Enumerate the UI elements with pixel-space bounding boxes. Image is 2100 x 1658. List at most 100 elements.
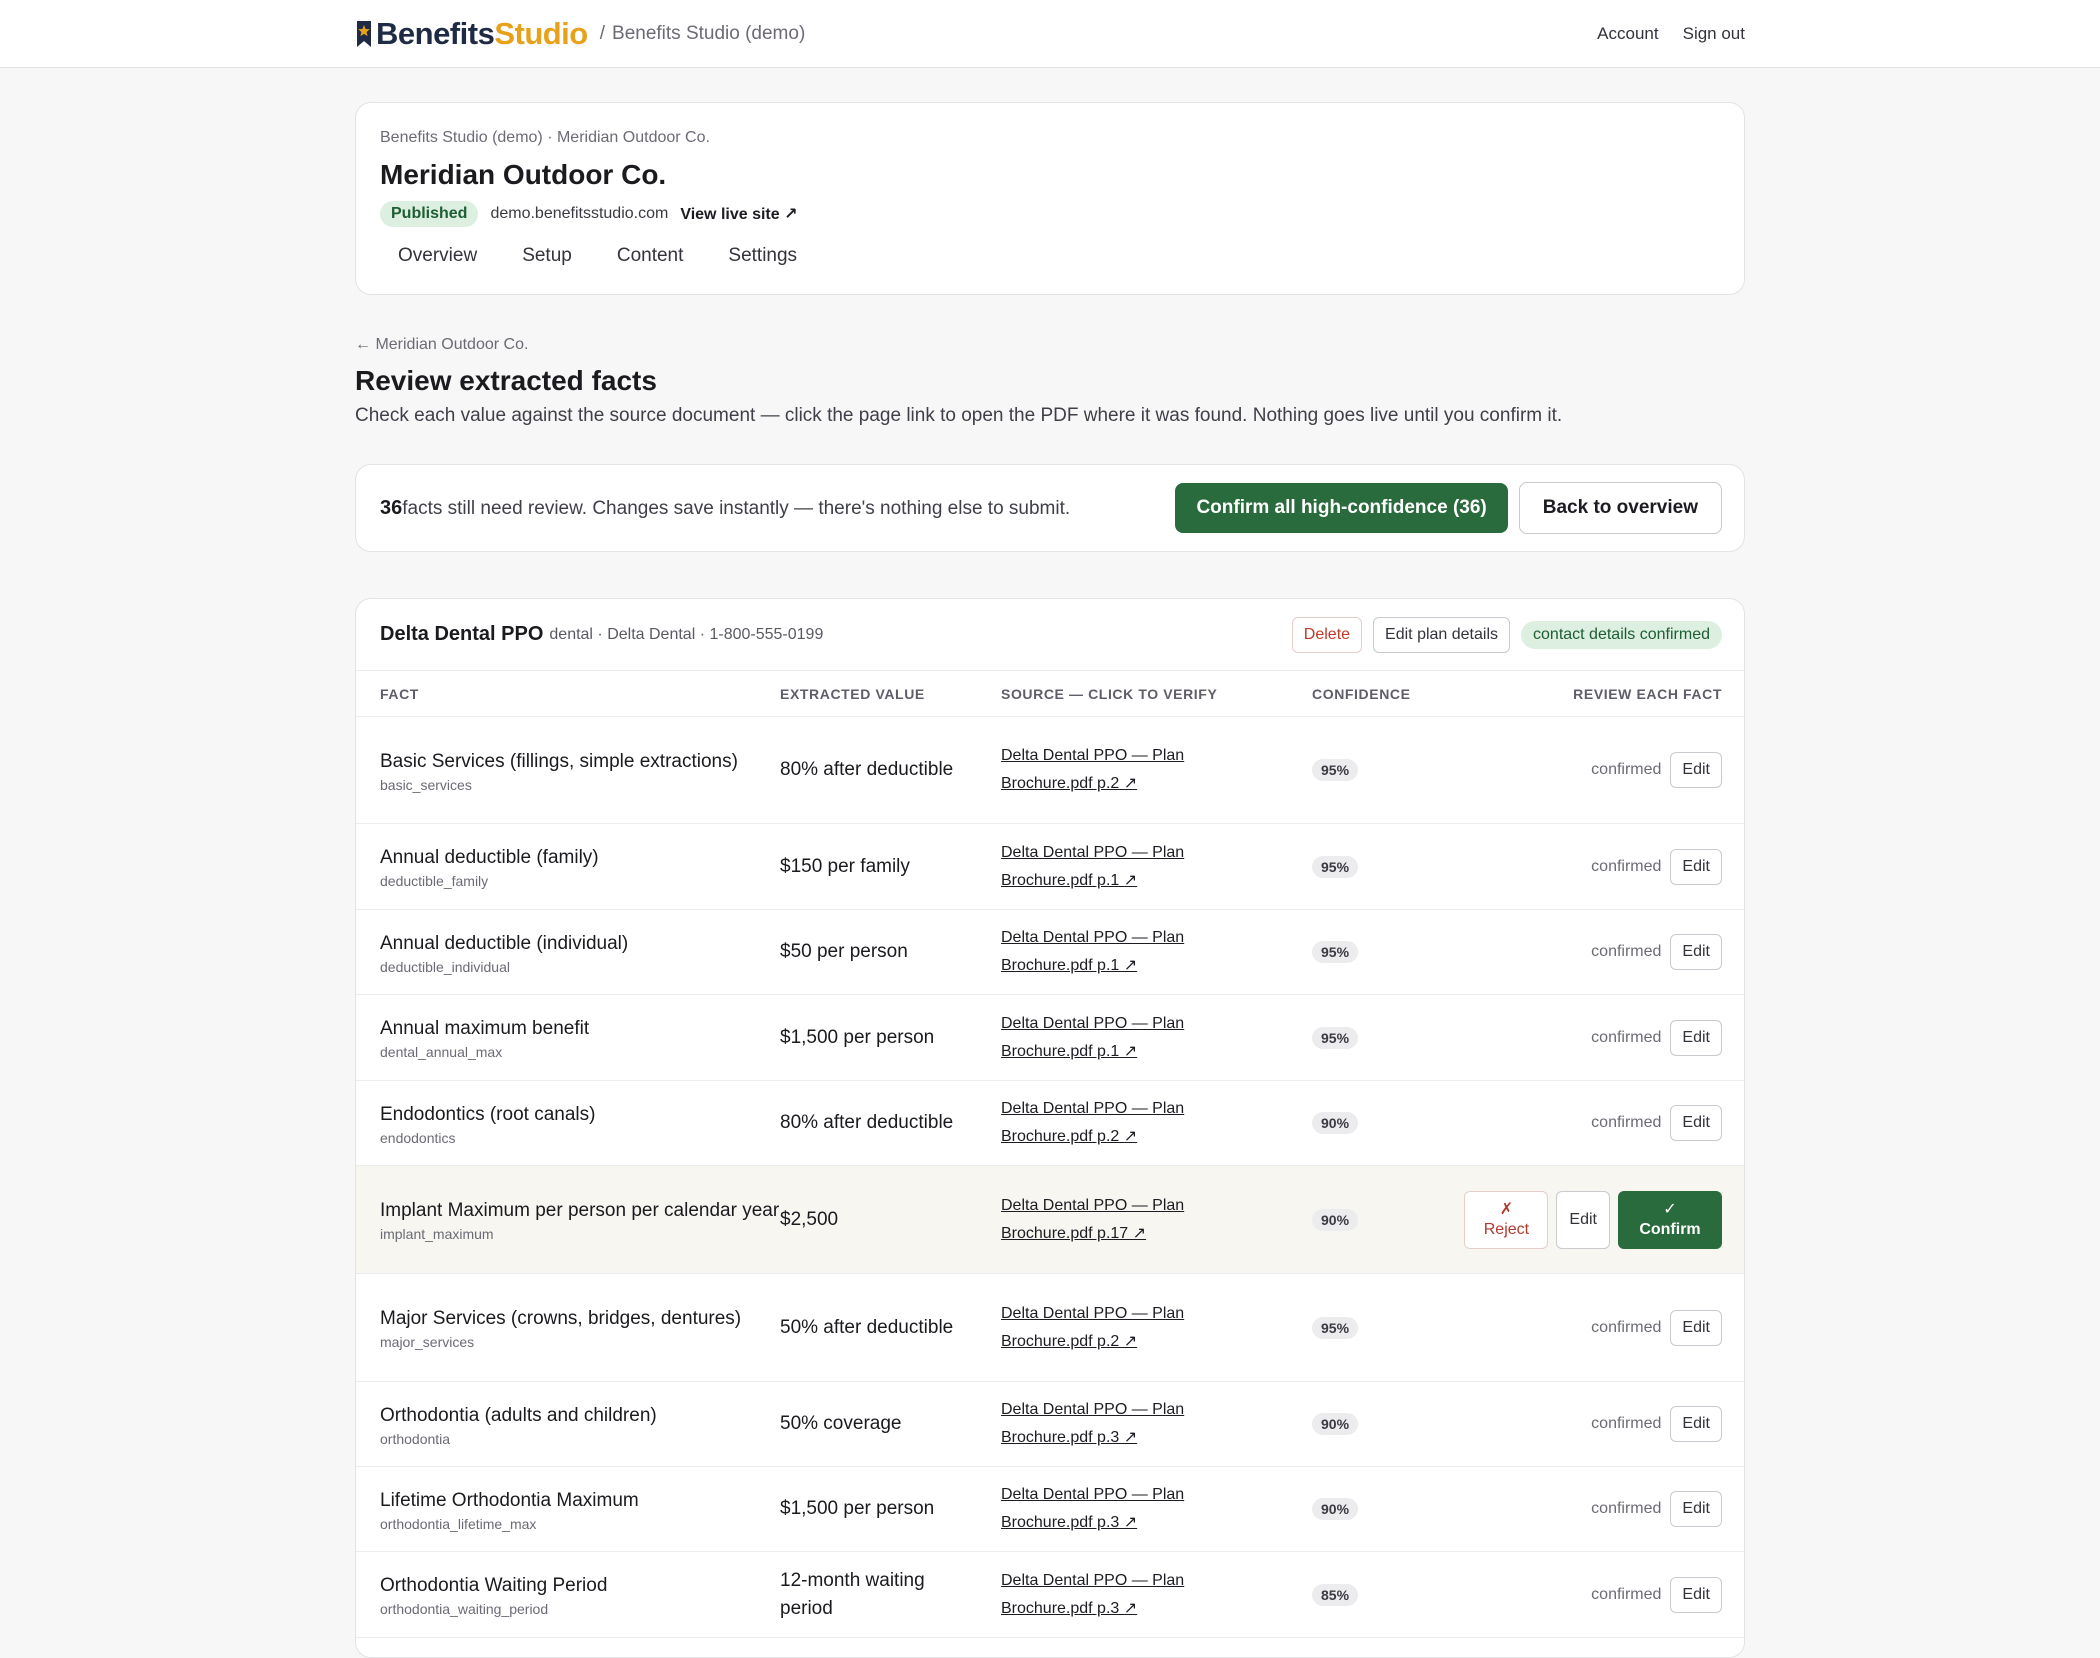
- org-title: Meridian Outdoor Co.: [380, 159, 667, 190]
- header-review: REVIEW EACH FACT: [1573, 685, 1722, 702]
- source-link[interactable]: Delta Dental PPO — Plan Brochure.pdf p.2 …: [1001, 747, 1184, 792]
- edit-fact-button[interactable]: Edit: [1670, 1491, 1722, 1527]
- confidence-badge: 90%: [1312, 1498, 1359, 1520]
- published-badge: Published: [380, 201, 479, 227]
- source-link[interactable]: Delta Dental PPO — Plan Brochure.pdf p.3 …: [1001, 1572, 1184, 1617]
- tab-overview[interactable]: Overview: [398, 245, 477, 267]
- fact-label: Annual deductible (individual): [380, 932, 629, 954]
- source-cell: Delta Dental PPO — Plan Brochure.pdf p.1 …: [1001, 839, 1312, 895]
- page-subtitle: Check each value against the source docu…: [355, 405, 1563, 426]
- table-row: Orthodontia (adults and children) orthodo…: [356, 1382, 1744, 1467]
- confirm-all-high-confidence-button[interactable]: Confirm all high-confidence (36): [1175, 483, 1508, 533]
- back-to-overview-button[interactable]: Back to overview: [1518, 482, 1722, 534]
- edit-plan-details-button[interactable]: Edit plan details: [1373, 616, 1511, 653]
- header-value: EXTRACTED VALUE: [780, 685, 925, 702]
- top-bar: Benefits Studio / Benefits Studio (demo) A…: [0, 0, 2100, 68]
- edit-fact-button[interactable]: Edit: [1670, 752, 1722, 788]
- tab-setup[interactable]: Setup: [522, 245, 572, 267]
- edit-fact-button[interactable]: Edit: [1670, 1406, 1722, 1442]
- org-meta: Published demo.benefitsstudio.com View l…: [380, 201, 1720, 227]
- header-fact: FACT: [380, 685, 419, 702]
- table-row: Major Services (crowns, bridges, denture…: [356, 1274, 1744, 1382]
- table-row: Annual deductible (family) deductible_fam…: [356, 824, 1744, 910]
- fact-label: Orthodontia Waiting Period: [380, 1575, 608, 1596]
- edit-fact-button[interactable]: Edit: [1556, 1190, 1610, 1249]
- org-domain: demo.benefitsstudio.com: [490, 205, 669, 222]
- extracted-value: $150 per family: [780, 855, 910, 877]
- logo-text-studio: Studio: [494, 16, 588, 51]
- source-cell: Delta Dental PPO — Plan Brochure.pdf p.2 …: [1001, 1095, 1312, 1151]
- fact-label: Basic Services (fillings, simple extract…: [380, 750, 738, 772]
- plan-card: Delta Dental PPO dental · Delta Dental ·…: [355, 598, 1745, 1658]
- extracted-value: $2,500: [780, 1208, 839, 1230]
- confidence-badge: 90%: [1312, 1112, 1359, 1134]
- edit-fact-button[interactable]: Edit: [1670, 1019, 1722, 1056]
- page-header: ← Meridian Outdoor Co. Review extracted …: [355, 336, 1745, 427]
- edit-fact-button[interactable]: Edit: [1670, 1105, 1722, 1141]
- confidence-badge: 95%: [1312, 1316, 1359, 1339]
- breadcrumb-workspace[interactable]: Benefits Studio (demo): [612, 23, 805, 44]
- edit-fact-button[interactable]: Edit: [1670, 1309, 1722, 1346]
- fact-key: orthodontia: [380, 1430, 451, 1447]
- source-link[interactable]: Delta Dental PPO — Plan Brochure.pdf p.3 …: [1001, 1486, 1184, 1531]
- confidence-badge: 95%: [1312, 855, 1359, 878]
- source-link[interactable]: Delta Dental PPO — Plan Brochure.pdf p.3 …: [1001, 1401, 1184, 1446]
- back-to-org-link[interactable]: ← Meridian Outdoor Co.: [355, 336, 1745, 354]
- source-link[interactable]: Delta Dental PPO — Plan Brochure.pdf p.1 …: [1001, 844, 1184, 889]
- tab-content[interactable]: Content: [617, 245, 684, 267]
- fact-key: deductible_individual: [380, 958, 510, 975]
- edit-fact-button[interactable]: Edit: [1670, 1576, 1722, 1613]
- check-icon: ✓: [1663, 1200, 1677, 1218]
- top-breadcrumb: / Benefits Studio (demo): [600, 23, 806, 45]
- x-icon: ✗: [1499, 1200, 1514, 1218]
- source-cell: Delta Dental PPO — Plan Brochure.pdf p.3 …: [1001, 1396, 1312, 1452]
- source-link[interactable]: Delta Dental PPO — Plan Brochure.pdf p.1 …: [1001, 1015, 1184, 1060]
- confidence-badge: 90%: [1312, 1208, 1359, 1231]
- source-cell: Delta Dental PPO — Plan Brochure.pdf p.2 …: [1001, 1300, 1312, 1356]
- plan-header: Delta Dental PPO dental · Delta Dental ·…: [356, 599, 1744, 671]
- delete-plan-button[interactable]: Delete: [1291, 616, 1363, 653]
- source-link[interactable]: Delta Dental PPO — Plan Brochure.pdf p.17…: [1001, 1197, 1184, 1242]
- fact-label: Major Services (crowns, bridges, denture…: [380, 1308, 742, 1329]
- tab-settings[interactable]: Settings: [728, 245, 797, 267]
- pending-text: facts still need review. Changes save in…: [402, 497, 1071, 519]
- reject-fact-button[interactable]: ✗ Reject: [1464, 1190, 1549, 1249]
- source-cell: Delta Dental PPO — Plan Brochure.pdf p.3 …: [1001, 1567, 1312, 1623]
- edit-fact-button[interactable]: Edit: [1670, 848, 1722, 885]
- review-status: confirmed: [1591, 1028, 1662, 1046]
- source-link[interactable]: Delta Dental PPO — Plan Brochure.pdf p.2 …: [1001, 1305, 1184, 1350]
- plan-name: Delta Dental PPO: [380, 623, 544, 645]
- source-link[interactable]: Delta Dental PPO — Plan Brochure.pdf p.1 …: [1001, 929, 1184, 974]
- plan-actions: Delete Edit plan details contact details…: [1291, 616, 1722, 653]
- sign-out-link[interactable]: Sign out: [1683, 24, 1745, 44]
- confidence-badge: 85%: [1312, 1583, 1359, 1606]
- account-links: Account Sign out: [1597, 24, 1745, 44]
- org-header-card: Benefits Studio (demo) · Meridian Outdoo…: [355, 102, 1745, 295]
- extracted-value: $1,500 per person: [780, 1026, 935, 1048]
- confirm-fact-button[interactable]: ✓ Confirm: [1618, 1190, 1722, 1249]
- fact-label: Endodontics (root canals): [380, 1103, 596, 1125]
- extracted-value: 50% coverage: [780, 1413, 902, 1434]
- pending-count: 36: [380, 496, 403, 519]
- table-row: Basic Services (fillings, simple extract…: [356, 717, 1744, 824]
- extracted-value: $1,500 per person: [780, 1498, 935, 1519]
- fact-key: implant_maximum: [380, 1226, 494, 1242]
- fact-label: Lifetime Orthodontia Maximum: [380, 1489, 639, 1511]
- brand-logo[interactable]: Benefits Studio: [355, 16, 588, 52]
- fact-key: major_services: [380, 1334, 475, 1350]
- fact-key: basic_services: [380, 776, 472, 793]
- facts-table-header: FACT EXTRACTED VALUE SOURCE — CLICK TO V…: [356, 671, 1744, 717]
- source-link[interactable]: Delta Dental PPO — Plan Brochure.pdf p.2 …: [1001, 1100, 1184, 1145]
- extracted-value: 80% after deductible: [780, 759, 954, 780]
- page-title: Review extracted facts: [355, 365, 657, 396]
- fact-key: endodontics: [380, 1129, 456, 1146]
- source-cell: Delta Dental PPO — Plan Brochure.pdf p.1 …: [1001, 1010, 1312, 1066]
- review-status: confirmed: [1591, 943, 1662, 960]
- review-status: confirmed: [1591, 1585, 1662, 1603]
- fact-key: orthodontia_waiting_period: [380, 1601, 549, 1617]
- fact-label: Annual maximum benefit: [380, 1018, 590, 1039]
- view-live-site-link[interactable]: View live site ↗: [680, 204, 797, 224]
- source-cell: Delta Dental PPO — Plan Brochure.pdf p.17…: [1001, 1192, 1312, 1248]
- account-link[interactable]: Account: [1597, 24, 1658, 44]
- edit-fact-button[interactable]: Edit: [1670, 934, 1722, 970]
